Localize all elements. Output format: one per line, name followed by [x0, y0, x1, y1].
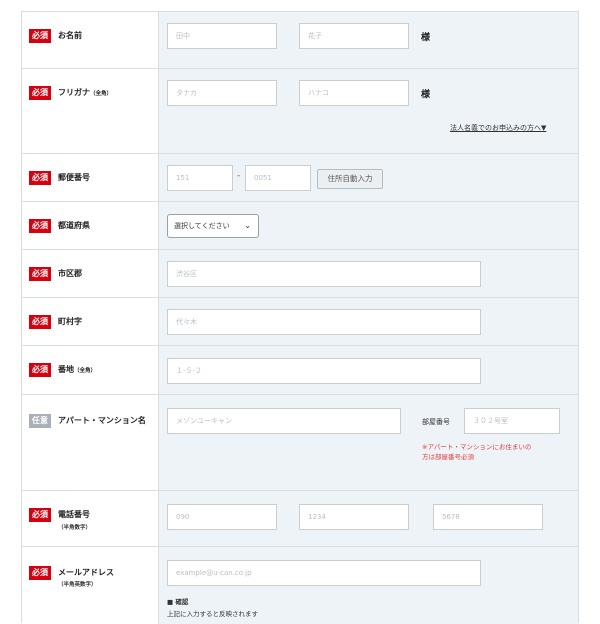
required-badge: 必須 — [29, 315, 51, 329]
field-cell: example@u-can.co.jp ■ 確認 上記に入力すると反映されます — [159, 547, 578, 624]
field-cell: 151 - 0051 住所自動入力 — [159, 154, 578, 201]
row-banchi: 必須 番地（全角） １-５-２ — [22, 346, 578, 395]
required-badge: 必須 — [29, 86, 51, 100]
address-autofill-button[interactable]: 住所自動入力 — [317, 169, 383, 189]
banchi-label: 番地（全角） — [58, 364, 96, 377]
field-cell: 代々木 — [159, 298, 578, 345]
banchi-label-text: 番地 — [58, 365, 74, 374]
email-confirm-text: 上記に入力すると反映されます — [167, 610, 258, 618]
chevron-down-icon: ⌄ — [244, 221, 251, 230]
corporate-name-link[interactable]: 法人名義でのお申込みの方へ▼ — [450, 123, 546, 133]
row-prefecture: 必須 都道府県 選択してください ⌄ — [22, 202, 578, 250]
town-label: 町村字 — [58, 317, 82, 326]
banchi-label-note: （全角） — [74, 368, 97, 374]
first-name-input[interactable]: 花子 — [299, 23, 409, 49]
room-number-label: 部屋番号 — [422, 418, 450, 426]
field-cell: 090 1234 5678 — [159, 491, 578, 546]
city-input[interactable]: 渋谷区 — [167, 261, 481, 287]
field-cell: 渋谷区 — [159, 250, 578, 297]
zip-separator: - — [237, 171, 241, 181]
room-number-note: ※アパート・マンションにお住まいの 方は部屋番号必須 — [422, 442, 531, 462]
email-confirm-title: ■ 確認 — [167, 598, 189, 606]
tel3-input[interactable]: 5678 — [433, 504, 543, 530]
apartment-label: アパート・マンション名 — [58, 416, 146, 425]
zip1-input[interactable]: 151 — [167, 165, 233, 191]
honorific-label: 様 — [421, 90, 431, 100]
required-badge: 必須 — [29, 219, 51, 233]
required-badge: 必須 — [29, 29, 51, 43]
label-cell: 必須 町村字 — [22, 298, 159, 345]
prefecture-label: 都道府県 — [58, 221, 90, 230]
row-zip: 必須 郵便番号 151 - 0051 住所自動入力 — [22, 154, 578, 202]
zip2-input[interactable]: 0051 — [245, 165, 311, 191]
row-name: 必須 お名前 田中 花子 様 — [22, 12, 578, 69]
required-badge: 必須 — [29, 566, 51, 580]
first-kana-input[interactable]: ハナコ — [299, 80, 409, 106]
tel2-input[interactable]: 1234 — [299, 504, 409, 530]
last-kana-input[interactable]: タナカ — [167, 80, 277, 106]
city-label: 市区郡 — [58, 269, 82, 278]
label-cell: 必須 郵便番号 — [22, 154, 159, 201]
label-cell: 任意 アパート・マンション名 — [22, 395, 159, 490]
label-cell: 必須 番地（全角） — [22, 346, 159, 394]
row-city: 必須 市区郡 渋谷区 — [22, 250, 578, 298]
town-input[interactable]: 代々木 — [167, 309, 481, 335]
row-email: 必須 メールアドレス （半角英数字） example@u-can.co.jp ■… — [22, 547, 578, 624]
field-cell: １-５-２ — [159, 346, 578, 394]
field-cell: 選択してください ⌄ — [159, 202, 578, 249]
kana-label-note: （全角） — [90, 91, 113, 97]
label-cell: 必須 市区郡 — [22, 250, 159, 297]
room-number-note-line1: ※アパート・マンションにお住まいの — [422, 443, 532, 451]
room-number-note-line2: 方は部屋番号必須 — [422, 453, 474, 461]
prefecture-select[interactable]: 選択してください ⌄ — [167, 214, 259, 238]
required-badge: 必須 — [29, 171, 51, 185]
row-town: 必須 町村字 代々木 — [22, 298, 578, 346]
email-sublabel: （半角英数字） — [58, 582, 97, 588]
row-telephone: 必須 電話番号 （半角数字） 090 1234 5678 — [22, 491, 578, 547]
kana-label: フリガナ（全角） — [58, 87, 112, 100]
name-label: お名前 — [58, 31, 82, 40]
required-badge: 必須 — [29, 508, 51, 522]
apartment-input[interactable]: メゾンユーキャン — [167, 408, 401, 434]
last-name-input[interactable]: 田中 — [167, 23, 277, 49]
required-badge: 必須 — [29, 363, 51, 377]
banchi-input[interactable]: １-５-２ — [167, 358, 481, 384]
telephone-sublabel: （半角数字） — [58, 525, 92, 531]
row-kana: 必須 フリガナ（全角） タナカ ハナコ 様 法人名義でのお申込みの方へ▼ — [22, 69, 578, 154]
required-badge: 必須 — [29, 267, 51, 281]
kana-label-text: フリガナ — [58, 88, 90, 97]
label-cell: 必須 お名前 — [22, 12, 159, 68]
row-apartment: 任意 アパート・マンション名 メゾンユーキャン 部屋番号 ３０２号室 ※アパート… — [22, 395, 578, 491]
registration-form: 必須 お名前 田中 花子 様 必須 フリガナ（全角） タナカ ハナコ 様 法人名… — [21, 11, 579, 624]
honorific-label: 様 — [421, 33, 431, 43]
email-label: メールアドレス — [58, 568, 114, 577]
telephone-label: 電話番号 — [58, 510, 90, 519]
label-cell: 必須 フリガナ（全角） — [22, 69, 159, 153]
email-input[interactable]: example@u-can.co.jp — [167, 560, 481, 586]
tel1-input[interactable]: 090 — [167, 504, 277, 530]
optional-badge: 任意 — [29, 414, 51, 428]
label-cell: 必須 電話番号 （半角数字） — [22, 491, 159, 546]
room-number-input[interactable]: ３０２号室 — [464, 408, 560, 434]
field-cell: タナカ ハナコ 様 法人名義でのお申込みの方へ▼ — [159, 69, 578, 153]
label-cell: 必須 メールアドレス （半角英数字） — [22, 547, 159, 624]
field-cell: 田中 花子 様 — [159, 12, 578, 68]
prefecture-select-value: 選択してください — [174, 222, 230, 230]
zip-label: 郵便番号 — [58, 173, 90, 182]
label-cell: 必須 都道府県 — [22, 202, 159, 249]
field-cell: メゾンユーキャン 部屋番号 ３０２号室 ※アパート・マンションにお住まいの 方は部… — [159, 395, 578, 490]
